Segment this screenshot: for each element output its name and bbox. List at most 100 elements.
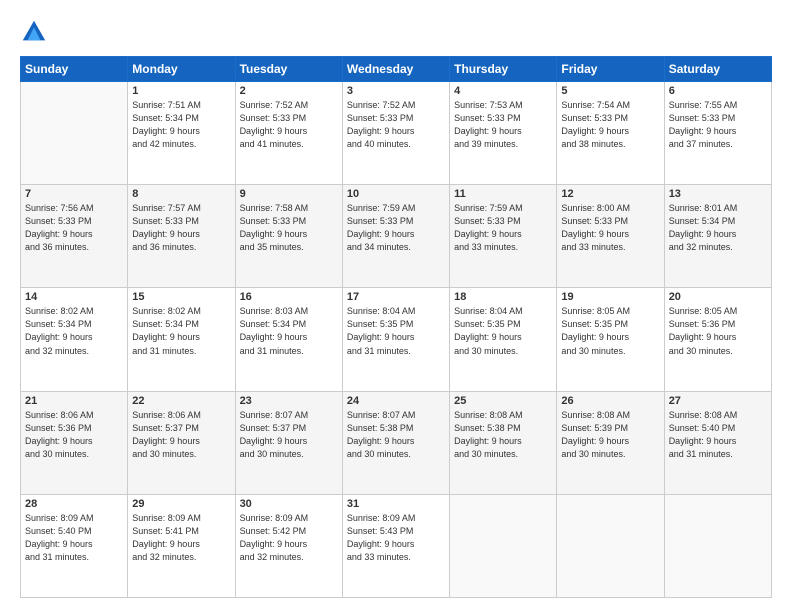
- calendar-cell: [21, 82, 128, 185]
- calendar-cell: 12 Sunrise: 8:00 AM Sunset: 5:33 PM Dayli…: [557, 185, 664, 288]
- weekday-header-sunday: Sunday: [21, 57, 128, 82]
- calendar-cell: 1 Sunrise: 7:51 AM Sunset: 5:34 PM Daylig…: [128, 82, 235, 185]
- calendar-cell: 26 Sunrise: 8:08 AM Sunset: 5:39 PM Dayli…: [557, 391, 664, 494]
- week-row-1: 1 Sunrise: 7:51 AM Sunset: 5:34 PM Daylig…: [21, 82, 772, 185]
- calendar-cell: 9 Sunrise: 7:58 AM Sunset: 5:33 PM Daylig…: [235, 185, 342, 288]
- calendar-cell: [557, 494, 664, 597]
- calendar-cell: 15 Sunrise: 8:02 AM Sunset: 5:34 PM Dayli…: [128, 288, 235, 391]
- page: SundayMondayTuesdayWednesdayThursdayFrid…: [0, 0, 792, 612]
- day-info: Sunrise: 7:58 AM Sunset: 5:33 PM Dayligh…: [240, 202, 338, 254]
- logo-icon: [20, 18, 48, 46]
- day-info: Sunrise: 8:03 AM Sunset: 5:34 PM Dayligh…: [240, 305, 338, 357]
- weekday-header-monday: Monday: [128, 57, 235, 82]
- day-number: 12: [561, 188, 659, 200]
- calendar-cell: 25 Sunrise: 8:08 AM Sunset: 5:38 PM Dayli…: [450, 391, 557, 494]
- day-info: Sunrise: 7:59 AM Sunset: 5:33 PM Dayligh…: [347, 202, 445, 254]
- day-number: 15: [132, 291, 230, 303]
- week-row-2: 7 Sunrise: 7:56 AM Sunset: 5:33 PM Daylig…: [21, 185, 772, 288]
- day-info: Sunrise: 8:08 AM Sunset: 5:38 PM Dayligh…: [454, 409, 552, 461]
- day-number: 29: [132, 498, 230, 510]
- day-info: Sunrise: 8:09 AM Sunset: 5:42 PM Dayligh…: [240, 512, 338, 564]
- calendar-cell: 4 Sunrise: 7:53 AM Sunset: 5:33 PM Daylig…: [450, 82, 557, 185]
- day-number: 6: [669, 85, 767, 97]
- calendar-cell: 5Sunrise: 7:54 AM Sunset: 5:33 PM Daylig…: [557, 82, 664, 185]
- calendar-cell: 8Sunrise: 7:57 AM Sunset: 5:33 PM Daylig…: [128, 185, 235, 288]
- day-number: 30: [240, 498, 338, 510]
- day-number: 4: [454, 85, 552, 97]
- calendar-cell: 24Sunrise: 8:07 AM Sunset: 5:38 PM Dayli…: [342, 391, 449, 494]
- day-number: 21: [25, 395, 123, 407]
- calendar-cell: 13 Sunrise: 8:01 AM Sunset: 5:34 PM Dayli…: [664, 185, 771, 288]
- day-number: 16: [240, 291, 338, 303]
- day-number: 26: [561, 395, 659, 407]
- day-info: Sunrise: 7:55 AM Sunset: 5:33 PM Dayligh…: [669, 99, 767, 151]
- day-number: 7: [25, 188, 123, 200]
- day-info: Sunrise: 8:04 AM Sunset: 5:35 PM Dayligh…: [347, 305, 445, 357]
- day-number: 14: [25, 291, 123, 303]
- calendar-cell: 23Sunrise: 8:07 AM Sunset: 5:37 PM Dayli…: [235, 391, 342, 494]
- weekday-header-saturday: Saturday: [664, 57, 771, 82]
- day-number: 9: [240, 188, 338, 200]
- calendar-cell: 30 Sunrise: 8:09 AM Sunset: 5:42 PM Dayli…: [235, 494, 342, 597]
- calendar-cell: 28 Sunrise: 8:09 AM Sunset: 5:40 PM Dayli…: [21, 494, 128, 597]
- calendar-cell: 19 Sunrise: 8:05 AM Sunset: 5:35 PM Dayli…: [557, 288, 664, 391]
- day-number: 25: [454, 395, 552, 407]
- day-info: Sunrise: 8:04 AM Sunset: 5:35 PM Dayligh…: [454, 305, 552, 357]
- calendar-cell: 22 Sunrise: 8:06 AM Sunset: 5:37 PM Dayli…: [128, 391, 235, 494]
- calendar-cell: 10 Sunrise: 7:59 AM Sunset: 5:33 PM Dayli…: [342, 185, 449, 288]
- calendar-cell: 20 Sunrise: 8:05 AM Sunset: 5:36 PM Dayli…: [664, 288, 771, 391]
- calendar-cell: 6 Sunrise: 7:55 AM Sunset: 5:33 PM Daylig…: [664, 82, 771, 185]
- day-info: Sunrise: 8:09 AM Sunset: 5:41 PM Dayligh…: [132, 512, 230, 564]
- day-number: 31: [347, 498, 445, 510]
- calendar-cell: 27 Sunrise: 8:08 AM Sunset: 5:40 PM Dayli…: [664, 391, 771, 494]
- weekday-header-tuesday: Tuesday: [235, 57, 342, 82]
- day-number: 11: [454, 188, 552, 200]
- day-info: Sunrise: 8:09 AM Sunset: 5:40 PM Dayligh…: [25, 512, 123, 564]
- day-info: Sunrise: 7:59 AM Sunset: 5:33 PM Dayligh…: [454, 202, 552, 254]
- day-info: Sunrise: 8:05 AM Sunset: 5:35 PM Dayligh…: [561, 305, 659, 357]
- day-number: 3: [347, 85, 445, 97]
- calendar-cell: 2 Sunrise: 7:52 AM Sunset: 5:33 PM Daylig…: [235, 82, 342, 185]
- day-info: Sunrise: 8:05 AM Sunset: 5:36 PM Dayligh…: [669, 305, 767, 357]
- day-number: 20: [669, 291, 767, 303]
- day-info: Sunrise: 8:06 AM Sunset: 5:37 PM Dayligh…: [132, 409, 230, 461]
- day-info: Sunrise: 8:02 AM Sunset: 5:34 PM Dayligh…: [132, 305, 230, 357]
- day-info: Sunrise: 8:01 AM Sunset: 5:34 PM Dayligh…: [669, 202, 767, 254]
- day-number: 10: [347, 188, 445, 200]
- day-number: 1: [132, 85, 230, 97]
- day-number: 24: [347, 395, 445, 407]
- calendar-cell: 29 Sunrise: 8:09 AM Sunset: 5:41 PM Dayli…: [128, 494, 235, 597]
- calendar-cell: 11 Sunrise: 7:59 AM Sunset: 5:33 PM Dayli…: [450, 185, 557, 288]
- day-number: 17: [347, 291, 445, 303]
- day-info: Sunrise: 8:02 AM Sunset: 5:34 PM Dayligh…: [25, 305, 123, 357]
- day-info: Sunrise: 7:51 AM Sunset: 5:34 PM Dayligh…: [132, 99, 230, 151]
- day-info: Sunrise: 8:09 AM Sunset: 5:43 PM Dayligh…: [347, 512, 445, 564]
- logo: [20, 18, 52, 46]
- calendar-cell: 18Sunrise: 8:04 AM Sunset: 5:35 PM Dayli…: [450, 288, 557, 391]
- weekday-header-thursday: Thursday: [450, 57, 557, 82]
- calendar-cell: 14 Sunrise: 8:02 AM Sunset: 5:34 PM Dayli…: [21, 288, 128, 391]
- calendar-cell: 31 Sunrise: 8:09 AM Sunset: 5:43 PM Dayli…: [342, 494, 449, 597]
- day-info: Sunrise: 7:52 AM Sunset: 5:33 PM Dayligh…: [240, 99, 338, 151]
- day-info: Sunrise: 8:08 AM Sunset: 5:39 PM Dayligh…: [561, 409, 659, 461]
- day-number: 22: [132, 395, 230, 407]
- day-number: 8: [132, 188, 230, 200]
- calendar-table: SundayMondayTuesdayWednesdayThursdayFrid…: [20, 56, 772, 598]
- day-number: 27: [669, 395, 767, 407]
- day-info: Sunrise: 8:08 AM Sunset: 5:40 PM Dayligh…: [669, 409, 767, 461]
- day-number: 28: [25, 498, 123, 510]
- calendar-cell: 16 Sunrise: 8:03 AM Sunset: 5:34 PM Dayli…: [235, 288, 342, 391]
- day-number: 2: [240, 85, 338, 97]
- day-number: 19: [561, 291, 659, 303]
- calendar-cell: 3Sunrise: 7:52 AM Sunset: 5:33 PM Daylig…: [342, 82, 449, 185]
- weekday-header-row: SundayMondayTuesdayWednesdayThursdayFrid…: [21, 57, 772, 82]
- weekday-header-wednesday: Wednesday: [342, 57, 449, 82]
- day-info: Sunrise: 8:06 AM Sunset: 5:36 PM Dayligh…: [25, 409, 123, 461]
- week-row-3: 14 Sunrise: 8:02 AM Sunset: 5:34 PM Dayli…: [21, 288, 772, 391]
- day-info: Sunrise: 7:53 AM Sunset: 5:33 PM Dayligh…: [454, 99, 552, 151]
- day-info: Sunrise: 7:56 AM Sunset: 5:33 PM Dayligh…: [25, 202, 123, 254]
- day-info: Sunrise: 8:00 AM Sunset: 5:33 PM Dayligh…: [561, 202, 659, 254]
- week-row-5: 28 Sunrise: 8:09 AM Sunset: 5:40 PM Dayli…: [21, 494, 772, 597]
- day-number: 13: [669, 188, 767, 200]
- day-number: 5: [561, 85, 659, 97]
